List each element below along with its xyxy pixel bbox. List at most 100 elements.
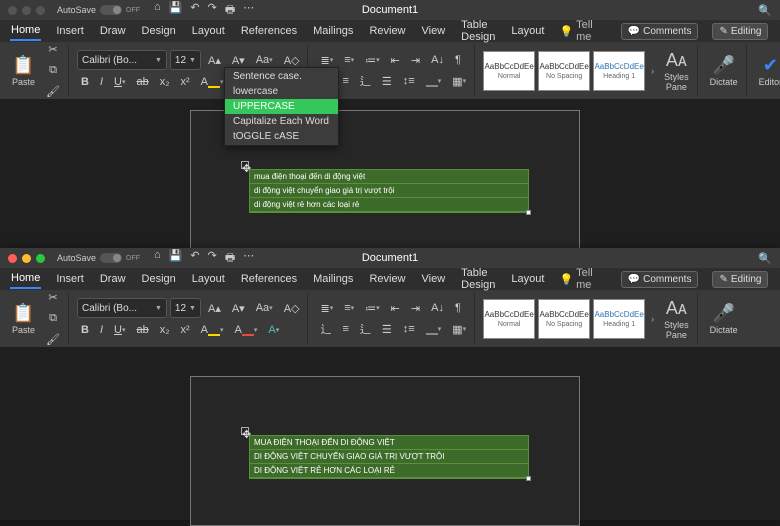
tab-review[interactable]: Review	[368, 270, 406, 288]
tab-table-design[interactable]: Table Design	[460, 16, 496, 46]
strike-icon[interactable]: ab	[132, 321, 152, 339]
sort-icon[interactable]: A↓	[427, 51, 448, 69]
style-normal[interactable]: AaBbCcDdEeNormal	[483, 51, 535, 91]
autosave-toggle[interactable]: AutoSave OFF	[57, 253, 140, 263]
subscript-icon[interactable]: x₂	[156, 321, 174, 339]
dictate-button[interactable]: 🎤Dictate	[706, 53, 742, 89]
tab-design[interactable]: Design	[141, 270, 177, 288]
justify-icon[interactable]: ☰	[378, 72, 396, 90]
copy-icon[interactable]: ⧉	[42, 62, 64, 80]
borders-icon[interactable]: ▦▾	[448, 72, 470, 90]
case-capitalize-each[interactable]: Capitalize Each Word	[225, 114, 338, 129]
home-icon[interactable]: ⌂	[154, 249, 161, 268]
table-row[interactable]: DI ĐỘNG VIỆT RẺ HƠN CÁC LOẠI RẺ	[250, 464, 528, 478]
text-effect-icon[interactable]: A▾	[264, 321, 283, 339]
align-center-icon[interactable]: ≡	[338, 320, 352, 338]
font-name-select[interactable]: Calibri (Bo...▼	[77, 50, 167, 70]
editor-button[interactable]: ✔Editor	[755, 53, 780, 89]
show-marks-icon[interactable]: ¶	[451, 51, 465, 69]
save-icon[interactable]: 💾	[169, 1, 183, 20]
align-right-icon[interactable]: ⻍	[356, 72, 375, 90]
bullets-icon[interactable]: ≣▾	[316, 299, 337, 317]
autosave-toggle[interactable]: AutoSave OFF	[57, 5, 140, 15]
redo-icon[interactable]: ↷	[208, 1, 217, 20]
multilevel-icon[interactable]: ≔▾	[361, 51, 384, 69]
tab-draw[interactable]: Draw	[99, 22, 127, 40]
grow-font-icon[interactable]: A▴	[204, 299, 225, 317]
tab-insert[interactable]: Insert	[55, 270, 85, 288]
tab-view[interactable]: View	[421, 270, 447, 288]
underline-icon[interactable]: U▾	[110, 321, 129, 339]
grow-font-icon[interactable]: A▴	[204, 51, 225, 69]
shrink-font-icon[interactable]: A▾	[228, 299, 249, 317]
print-icon[interactable]: 🖶	[225, 249, 235, 268]
numbering-icon[interactable]: ≡▾	[340, 299, 358, 317]
line-spacing-icon[interactable]: ↕≡	[399, 72, 419, 90]
overflow-icon[interactable]: ⋯	[243, 1, 254, 20]
copy-icon[interactable]: ⧉	[42, 310, 64, 328]
zoom-window-icon[interactable]	[36, 254, 45, 263]
change-case-icon[interactable]: Aa▾	[252, 299, 277, 317]
shading-icon[interactable]: ▾	[422, 320, 446, 338]
tab-insert[interactable]: Insert	[55, 22, 85, 40]
tab-table-design[interactable]: Table Design	[460, 264, 496, 294]
tab-home[interactable]: Home	[10, 21, 41, 41]
cut-icon[interactable]: ✂	[42, 290, 64, 307]
zoom-window-icon[interactable]	[36, 6, 45, 15]
borders-icon[interactable]: ▦▾	[448, 320, 470, 338]
close-window-icon[interactable]	[8, 6, 17, 15]
font-size-select[interactable]: 12▼	[170, 298, 201, 318]
font-size-select[interactable]: 12▼	[170, 50, 201, 70]
outdent-icon[interactable]: ⇤	[387, 51, 404, 69]
search-icon[interactable]: 🔍	[758, 252, 772, 265]
italic-icon[interactable]: I	[96, 73, 107, 91]
autosave-switch[interactable]	[100, 5, 122, 15]
table-row[interactable]: DI ĐỘNG VIỆT CHUYỂN GIAO GIÁ TRỊ VƯỢT TR…	[250, 450, 528, 464]
show-marks-icon[interactable]: ¶	[451, 299, 465, 317]
strike-icon[interactable]: ab	[132, 73, 152, 91]
close-window-icon[interactable]	[8, 254, 17, 263]
table-row[interactable]: di động việt chuyển giao giá trị vượt tr…	[250, 184, 528, 198]
style-heading1[interactable]: AaBbCcDdEeHeading 1	[593, 51, 645, 91]
styles-pane-button[interactable]: AᴀStyles Pane	[660, 48, 693, 94]
editing-button[interactable]: ✎ Editing	[712, 23, 768, 40]
case-toggle[interactable]: tOGGLE cASE	[225, 129, 338, 144]
line-spacing-icon[interactable]: ↕≡	[399, 320, 419, 338]
tab-references[interactable]: References	[240, 22, 298, 40]
undo-icon[interactable]: ↶	[190, 249, 199, 268]
bold-icon[interactable]: B	[77, 73, 93, 91]
case-uppercase[interactable]: UPPERCASE	[225, 99, 338, 114]
sort-icon[interactable]: A↓	[427, 299, 448, 317]
save-icon[interactable]: 💾	[169, 249, 183, 268]
style-no-spacing[interactable]: AaBbCcDdEeNo Spacing	[538, 51, 590, 91]
tell-me[interactable]: 💡 Tell me	[559, 267, 592, 291]
tab-design[interactable]: Design	[141, 22, 177, 40]
paste-button[interactable]: 📋 Paste	[8, 301, 39, 337]
tab-mailings[interactable]: Mailings	[312, 270, 354, 288]
tab-review[interactable]: Review	[368, 22, 406, 40]
underline-icon[interactable]: U▾	[110, 73, 129, 91]
outdent-icon[interactable]: ⇤	[387, 299, 404, 317]
shading-icon[interactable]: ▾	[422, 72, 446, 90]
editing-button[interactable]: ✎ Editing	[712, 271, 768, 288]
style-heading1[interactable]: AaBbCcDdEeHeading 1	[593, 299, 645, 339]
tab-table-layout[interactable]: Layout	[510, 270, 545, 288]
font-name-select[interactable]: Calibri (Bo...▼	[77, 298, 167, 318]
tab-draw[interactable]: Draw	[99, 270, 127, 288]
redo-icon[interactable]: ↷	[208, 249, 217, 268]
tab-mailings[interactable]: Mailings	[312, 22, 354, 40]
clear-format-icon[interactable]: A◇	[280, 299, 304, 317]
multilevel-icon[interactable]: ≔▾	[361, 299, 384, 317]
styles-pane-button[interactable]: AᴀStyles Pane	[660, 296, 693, 342]
superscript-icon[interactable]: x²	[177, 321, 194, 339]
tab-references[interactable]: References	[240, 270, 298, 288]
font-color-icon[interactable]: A▾	[231, 321, 262, 339]
tab-table-layout[interactable]: Layout	[510, 22, 545, 40]
table-row[interactable]: di động việt rẻ hơn các loại rẻ	[250, 198, 528, 212]
paste-button[interactable]: 📋 Paste	[8, 53, 39, 89]
highlight-icon[interactable]: A▾	[197, 73, 228, 91]
tab-view[interactable]: View	[421, 22, 447, 40]
style-normal[interactable]: AaBbCcDdEeNormal	[483, 299, 535, 339]
minimize-window-icon[interactable]	[22, 6, 31, 15]
tab-layout[interactable]: Layout	[191, 270, 226, 288]
